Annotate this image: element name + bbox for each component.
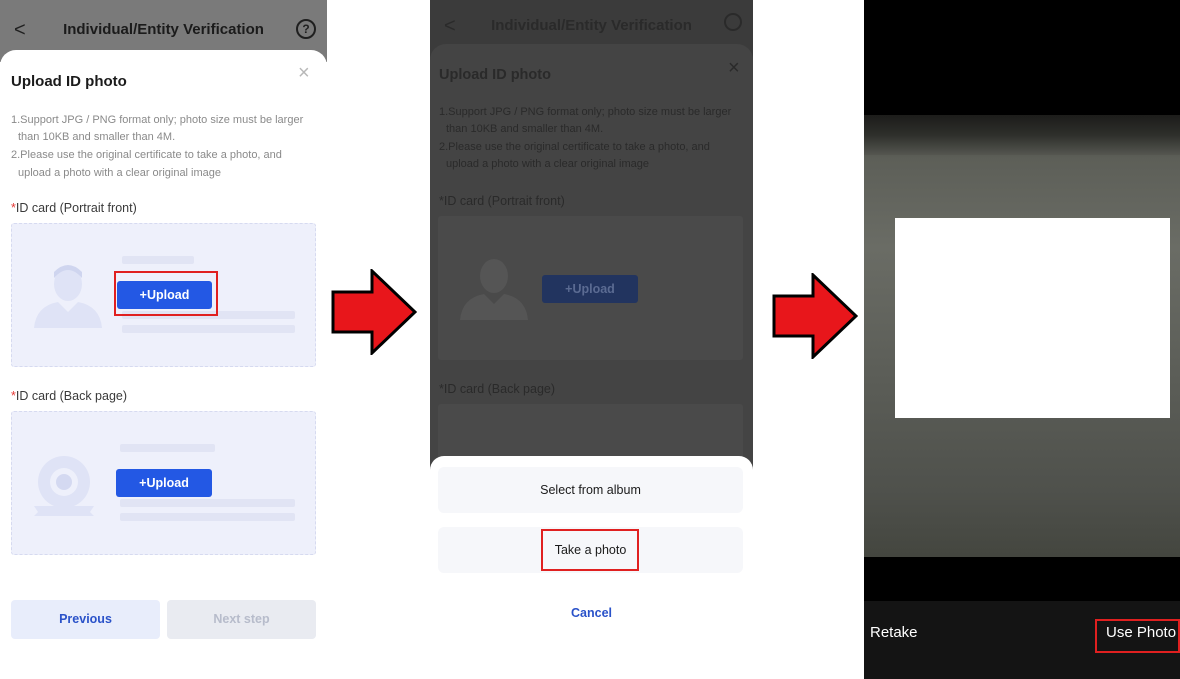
requirement-note-line: 2.Please use the original certificate to… [11,149,282,161]
select-from-album-option[interactable]: Select from album [438,467,743,513]
close-icon: × [728,57,740,79]
placeholder-line [122,325,295,333]
redacted-id-card [895,218,1170,418]
requirement-note-line: upload a photo with a clear original ima… [18,167,222,179]
front-label-text: ID card (Portrait front) [15,201,137,215]
requirement-note-line: 1.Support JPG / PNG format only; photo s… [11,114,304,126]
right-arrow-icon [331,269,417,355]
back-label: *ID card (Back page) [11,389,127,403]
sheet-title: Upload ID photo [11,73,127,90]
help-icon[interactable]: ? [296,19,316,39]
right-arrow-icon [772,273,858,359]
highlight-box [1095,619,1180,653]
back-upload-button[interactable]: +Upload [116,469,212,497]
requirement-note-line: 1.Support JPG / PNG format only; photo s… [439,106,732,118]
highlight-box [541,529,639,571]
placeholder-line [120,444,215,452]
placeholder-line [120,513,295,521]
back-label: *ID card (Back page) [439,382,556,396]
retake-button[interactable]: Retake [870,624,918,641]
requirement-note-line: 2.Please use the original certificate to… [439,141,710,153]
help-icon [724,13,742,31]
panel-upload-id-form: < Individual/Entity Verification ? Uploa… [0,0,327,679]
upload-label: Upload [146,476,189,490]
close-icon[interactable]: × [298,63,310,83]
requirement-note-line: than 10KB and smaller than 4M. [446,123,604,135]
previous-button[interactable]: Previous [11,600,160,639]
requirement-note-line: than 10KB and smaller than 4M. [18,131,176,143]
person-silhouette-icon [460,259,528,320]
back-upload-card [438,404,743,464]
cancel-button[interactable]: Cancel [430,606,753,620]
placeholder-line [120,499,295,507]
requirement-note-line: upload a photo with a clear original ima… [446,158,650,170]
panel-camera-preview: Retake Use Photo [864,0,1180,679]
page-title: Individual/Entity Verification [491,17,692,34]
front-upload-button: +Upload [542,275,638,303]
placeholder-line [122,256,194,264]
sheet-title: Upload ID photo [439,67,551,83]
panel-photo-source-sheet: < Individual/Entity Verification Upload … [430,0,753,679]
next-step-button[interactable]: Next step [167,600,316,639]
page-title: Individual/Entity Verification [63,21,264,38]
highlight-box [114,271,218,316]
emblem-icon [34,456,94,516]
back-label-text: ID card (Back page) [15,389,128,403]
photo-top-edge [864,115,1180,155]
front-label: *ID card (Portrait front) [11,201,137,215]
front-label: *ID card (Portrait front) [439,194,565,208]
person-silhouette-icon [34,265,102,328]
